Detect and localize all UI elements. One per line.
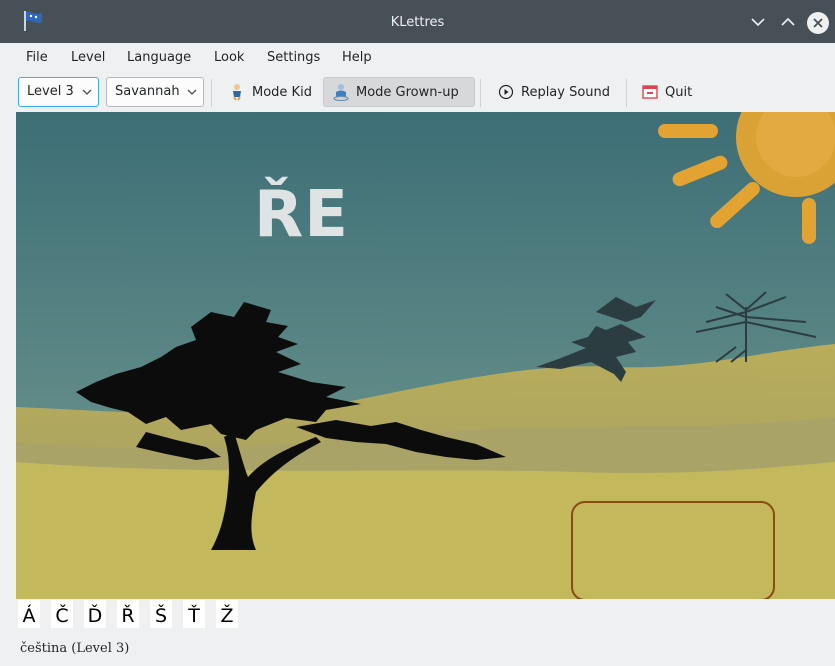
special-letter-button[interactable]: Š xyxy=(150,600,172,628)
special-letter-button[interactable]: Ž xyxy=(216,600,238,628)
maximize-button[interactable] xyxy=(778,12,798,32)
toolbar: Level 3 Savannah Mode Kid Mode Grown-up … xyxy=(0,73,835,112)
close-button[interactable] xyxy=(807,12,829,34)
mode-kid-button[interactable]: Mode Kid xyxy=(220,77,320,107)
play-circle-icon xyxy=(498,84,514,100)
menu-help[interactable]: Help xyxy=(342,50,372,65)
replay-sound-button[interactable]: Replay Sound xyxy=(489,77,618,107)
title-bar: KLettres xyxy=(0,0,835,43)
quit-label: Quit xyxy=(665,84,693,100)
kid-icon xyxy=(233,84,241,101)
toolbar-separator xyxy=(480,79,481,107)
chevron-up-icon xyxy=(781,17,795,26)
grownup-icon xyxy=(333,84,349,101)
quit-icon xyxy=(642,85,658,99)
level-combo[interactable]: Level 3 xyxy=(18,77,99,107)
special-letter-button[interactable]: Č xyxy=(51,600,73,628)
menu-settings[interactable]: Settings xyxy=(267,50,320,65)
toolbar-separator xyxy=(626,79,627,107)
mode-grownup-button[interactable]: Mode Grown-up xyxy=(323,77,475,107)
mode-kid-label: Mode Kid xyxy=(252,84,312,100)
menu-file[interactable]: File xyxy=(26,50,48,65)
special-letter-button[interactable]: Ď xyxy=(84,600,106,628)
close-icon xyxy=(813,18,823,28)
minimize-button[interactable] xyxy=(748,12,768,32)
level-combo-value: Level 3 xyxy=(27,84,74,99)
mode-grownup-label: Mode Grown-up xyxy=(356,84,459,100)
special-letter-button[interactable]: Á xyxy=(18,600,40,628)
answer-box[interactable] xyxy=(571,501,775,599)
menu-look[interactable]: Look xyxy=(214,50,244,65)
special-letters-bar: Á Č Ď Ř Š Ť Ž xyxy=(18,600,249,632)
quit-button[interactable]: Quit xyxy=(633,77,700,107)
status-bar-text: čeština (Level 3) xyxy=(20,641,130,656)
world-combo[interactable]: Savannah xyxy=(106,77,204,107)
replay-sound-label: Replay Sound xyxy=(521,84,611,100)
menu-level[interactable]: Level xyxy=(71,50,105,65)
world-combo-value: Savannah xyxy=(115,84,180,99)
toolbar-separator xyxy=(211,79,212,107)
chevron-down-icon xyxy=(82,89,92,95)
menu-bar: File Level Language Look Settings Help xyxy=(0,43,835,73)
menu-language[interactable]: Language xyxy=(127,50,191,65)
special-letter-button[interactable]: Ř xyxy=(117,600,139,628)
shown-word: ŘE xyxy=(254,178,349,252)
chevron-down-icon xyxy=(751,18,765,27)
special-letter-button[interactable]: Ť xyxy=(183,600,205,628)
chevron-down-icon xyxy=(187,89,197,95)
window-title: KLettres xyxy=(390,15,445,30)
game-scene: ŘE xyxy=(16,112,835,599)
